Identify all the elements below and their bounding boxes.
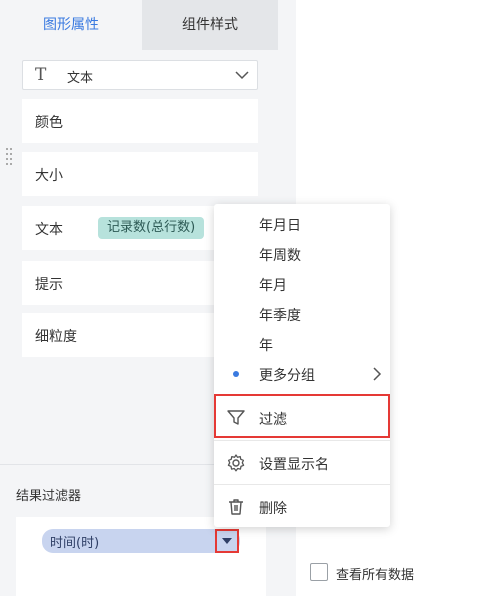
drag-handle-icon[interactable] — [6, 148, 12, 166]
menu-item-label: 年周数 — [259, 248, 301, 264]
chart-type-select[interactable]: T 文本 — [22, 60, 258, 90]
chevron-down-icon — [235, 69, 249, 85]
caret-down-icon — [222, 538, 232, 544]
menu-item-label: 年 — [259, 338, 273, 354]
menu-item-year[interactable]: 年 — [214, 329, 390, 359]
selected-dot-icon — [233, 371, 239, 377]
property-label: 颜色 — [35, 115, 63, 131]
chevron-right-icon — [372, 367, 382, 385]
text-type-icon: T — [35, 65, 47, 85]
menu-item-year-month-day[interactable]: 年月日 — [214, 209, 390, 239]
menu-separator — [214, 440, 390, 441]
field-dropdown-button[interactable] — [215, 529, 239, 553]
menu-item-label: 年月 — [259, 278, 287, 294]
property-size[interactable]: 大小 — [22, 152, 258, 196]
menu-item-year-month[interactable]: 年月 — [214, 269, 390, 299]
property-color[interactable]: 颜色 — [22, 99, 258, 143]
tab-graphic-properties[interactable]: 图形属性 — [0, 0, 142, 50]
property-label: 文本 — [35, 222, 63, 238]
tab-bar: 图形属性 组件样式 — [0, 0, 278, 50]
menu-item-label: 年月日 — [259, 218, 301, 234]
menu-item-label: 更多分组 — [259, 368, 315, 384]
gear-icon — [226, 453, 246, 473]
trash-icon — [226, 497, 246, 517]
result-filter-title: 结果过滤器 — [16, 489, 82, 504]
filter-highlight-box — [214, 394, 390, 438]
chart-type-label: 文本 — [67, 71, 94, 86]
menu-item-delete[interactable]: 删除 — [214, 492, 390, 522]
filter-field-label: 时间(时) — [50, 536, 100, 551]
menu-separator — [214, 484, 390, 485]
property-label: 细粒度 — [35, 329, 77, 345]
filter-drop-zone[interactable]: 时间(时) — [16, 517, 266, 596]
menu-item-year-quarter[interactable]: 年季度 — [214, 299, 390, 329]
tab-component-style[interactable]: 组件样式 — [142, 0, 278, 50]
show-all-data-label: 查看所有数据 — [336, 568, 415, 583]
text-field-chip[interactable]: 记录数(总行数) — [98, 217, 205, 239]
menu-item-year-week[interactable]: 年周数 — [214, 239, 390, 269]
menu-item-set-display-name[interactable]: 设置显示名 — [214, 448, 390, 478]
menu-item-label: 删除 — [259, 501, 287, 517]
field-context-menu: 年月日 年周数 年月 年季度 年 更多分组 过滤 设置显示名 删除 — [214, 204, 390, 527]
property-label: 提示 — [35, 277, 63, 293]
menu-item-label: 设置显示名 — [259, 457, 329, 473]
show-all-data-checkbox[interactable] — [310, 563, 328, 581]
property-label: 大小 — [35, 168, 63, 184]
menu-item-label: 年季度 — [259, 308, 301, 324]
menu-item-more-groups[interactable]: 更多分组 — [214, 359, 390, 389]
filter-field-pill[interactable]: 时间(时) — [42, 529, 240, 553]
